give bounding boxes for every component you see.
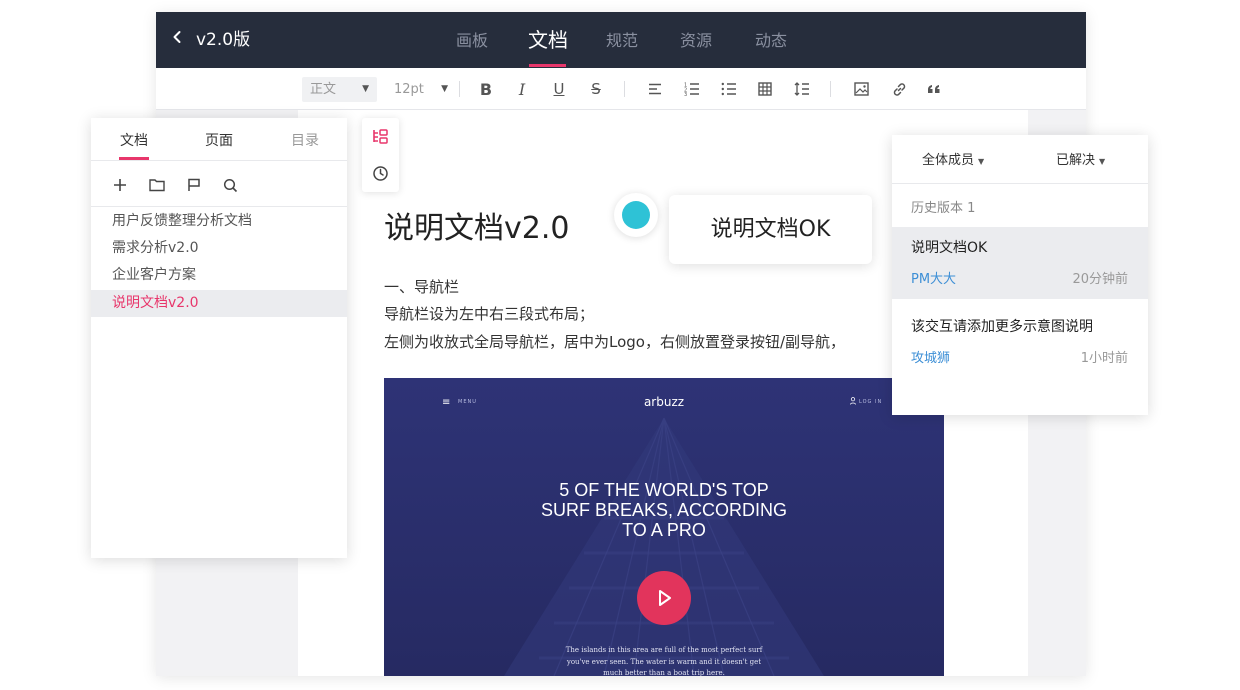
version-title: v2.0版 bbox=[196, 30, 251, 50]
hero-caption-line: much better than a boat trip here. bbox=[603, 669, 725, 676]
list-item[interactable]: 企业客户方案 bbox=[91, 262, 347, 289]
comment-bubble[interactable]: 说明文档OK bbox=[669, 195, 872, 264]
folder-icon[interactable] bbox=[148, 176, 166, 194]
caret-down-icon: ▼ bbox=[1099, 157, 1106, 166]
list-item[interactable]: 用户反馈整理分析文档 bbox=[91, 208, 347, 235]
hero-headline: 5 OF THE WORLD'S TOP SURF BREAKS, ACCORD… bbox=[384, 480, 944, 540]
document-paragraph[interactable]: 左侧为收放式全局导航栏，居中为Logo，右侧放置登录按钮/副导航， bbox=[384, 332, 845, 352]
comment-item[interactable]: 说明文档OK PM大大 20分钟前 bbox=[892, 227, 1148, 299]
hero-headline-line: SURF BREAKS, ACCORDING bbox=[540, 500, 788, 520]
play-icon bbox=[659, 590, 671, 606]
tab-spec[interactable]: 规范 bbox=[606, 30, 638, 52]
document-sidebar: 文档 页面 目录 用户反馈整理分析文档 需求分析v2.0 企业客户方案 说明文档… bbox=[91, 118, 347, 558]
bold-icon[interactable]: B bbox=[475, 78, 497, 100]
hero-caption: The islands in this area are full of the… bbox=[384, 645, 944, 676]
toolbar-divider bbox=[459, 81, 460, 97]
document-paragraph[interactable]: 导航栏设为左中右三段式布局； bbox=[384, 304, 594, 324]
comment-title: 说明文档OK bbox=[911, 240, 988, 256]
comment-item[interactable]: 该交互请添加更多示意图说明 攻城狮 1小时前 bbox=[892, 306, 1148, 378]
caret-down-icon: ▼ bbox=[978, 157, 985, 166]
strikethrough-icon[interactable]: S bbox=[585, 78, 607, 100]
play-button[interactable] bbox=[637, 571, 691, 625]
hero-login-link[interactable]: LOG IN bbox=[859, 399, 882, 405]
align-icon[interactable] bbox=[644, 78, 666, 100]
comment-time: 20分钟前 bbox=[1072, 272, 1128, 287]
toolbar-divider bbox=[624, 81, 625, 97]
tab-canvas[interactable]: 画板 bbox=[456, 30, 488, 52]
section-label: 历史版本 1 bbox=[911, 201, 976, 216]
hero-headline-line: TO A PRO bbox=[622, 520, 706, 540]
quote-icon[interactable] bbox=[923, 78, 945, 100]
status-filter-label: 已解决 bbox=[1056, 153, 1096, 168]
bullet-list-icon[interactable] bbox=[718, 78, 740, 100]
caret-down-icon: ▼ bbox=[441, 84, 448, 94]
hero-caption-line: The islands in this area are full of the… bbox=[565, 646, 763, 654]
list-item-selected[interactable]: 说明文档v2.0 bbox=[91, 290, 347, 317]
underline-icon[interactable]: U bbox=[548, 78, 570, 100]
font-size-select[interactable]: 12pt ▼ bbox=[394, 77, 452, 102]
tab-resources[interactable]: 资源 bbox=[680, 30, 712, 52]
hero-caption-line: you've ever seen. The water is warm and … bbox=[566, 657, 762, 666]
tab-activity[interactable]: 动态 bbox=[755, 30, 787, 52]
top-navigation-bar: v2.0版 画板 文档 规范 资源 动态 bbox=[156, 12, 1086, 68]
add-icon[interactable] bbox=[111, 176, 129, 194]
tab-documents[interactable]: 文档 bbox=[120, 132, 148, 150]
image-icon[interactable] bbox=[850, 78, 872, 100]
embedded-image[interactable]: ≡ MENU arbuzz LOG IN 5 OF THE WORLD'S TO… bbox=[384, 378, 944, 676]
font-size-value: 12pt bbox=[394, 82, 424, 97]
tab-document[interactable]: 文档 bbox=[528, 27, 568, 53]
comment-time: 1小时前 bbox=[1080, 351, 1128, 366]
comment-author[interactable]: PM大大 bbox=[911, 271, 956, 289]
document-paragraph[interactable]: 一、导航栏 bbox=[384, 277, 459, 297]
chevron-left-icon[interactable] bbox=[168, 28, 186, 50]
table-icon[interactable] bbox=[754, 78, 776, 100]
history-icon[interactable] bbox=[371, 164, 390, 183]
comment-dot bbox=[622, 201, 650, 229]
tab-pages[interactable]: 页面 bbox=[205, 132, 233, 150]
user-icon bbox=[850, 397, 856, 407]
link-icon[interactable] bbox=[888, 78, 910, 100]
list-item[interactable]: 需求分析v2.0 bbox=[91, 235, 347, 262]
paragraph-style-value: 正文 bbox=[310, 82, 337, 97]
comments-panel: 全体成员 ▼ 已解决 ▼ 历史版本 1 说明文档OK PM大大 20分钟前 该交互请… bbox=[892, 135, 1148, 415]
toolbar-divider bbox=[830, 81, 831, 97]
divider bbox=[91, 160, 347, 161]
line-spacing-icon[interactable] bbox=[791, 78, 813, 100]
side-tools bbox=[362, 118, 399, 192]
formatting-toolbar: 正文 ▼ 12pt ▼ B I U S 123 bbox=[156, 68, 1086, 110]
italic-icon[interactable]: I bbox=[511, 78, 533, 100]
divider bbox=[892, 183, 1148, 184]
divider bbox=[91, 206, 347, 207]
search-icon[interactable] bbox=[221, 176, 239, 194]
flag-icon[interactable] bbox=[185, 176, 203, 194]
hero-headline-line: 5 OF THE WORLD'S TOP bbox=[559, 480, 769, 500]
status-filter[interactable]: 已解决 ▼ bbox=[1056, 152, 1105, 171]
member-filter[interactable]: 全体成员 ▼ bbox=[922, 152, 984, 171]
comment-title: 该交互请添加更多示意图说明 bbox=[911, 319, 1093, 335]
active-tab-indicator bbox=[529, 64, 566, 67]
caret-down-icon: ▼ bbox=[362, 84, 369, 94]
outline-icon[interactable] bbox=[371, 127, 390, 146]
document-title[interactable]: 说明文档v2.0 bbox=[384, 210, 569, 248]
comment-marker[interactable] bbox=[614, 193, 658, 237]
paragraph-style-select[interactable]: 正文 ▼ bbox=[302, 77, 377, 102]
comment-author[interactable]: 攻城狮 bbox=[911, 350, 950, 368]
ordered-list-icon[interactable]: 123 bbox=[681, 78, 703, 100]
tab-outline[interactable]: 目录 bbox=[291, 132, 319, 150]
svg-text:3: 3 bbox=[684, 92, 687, 96]
member-filter-label: 全体成员 bbox=[922, 153, 975, 168]
